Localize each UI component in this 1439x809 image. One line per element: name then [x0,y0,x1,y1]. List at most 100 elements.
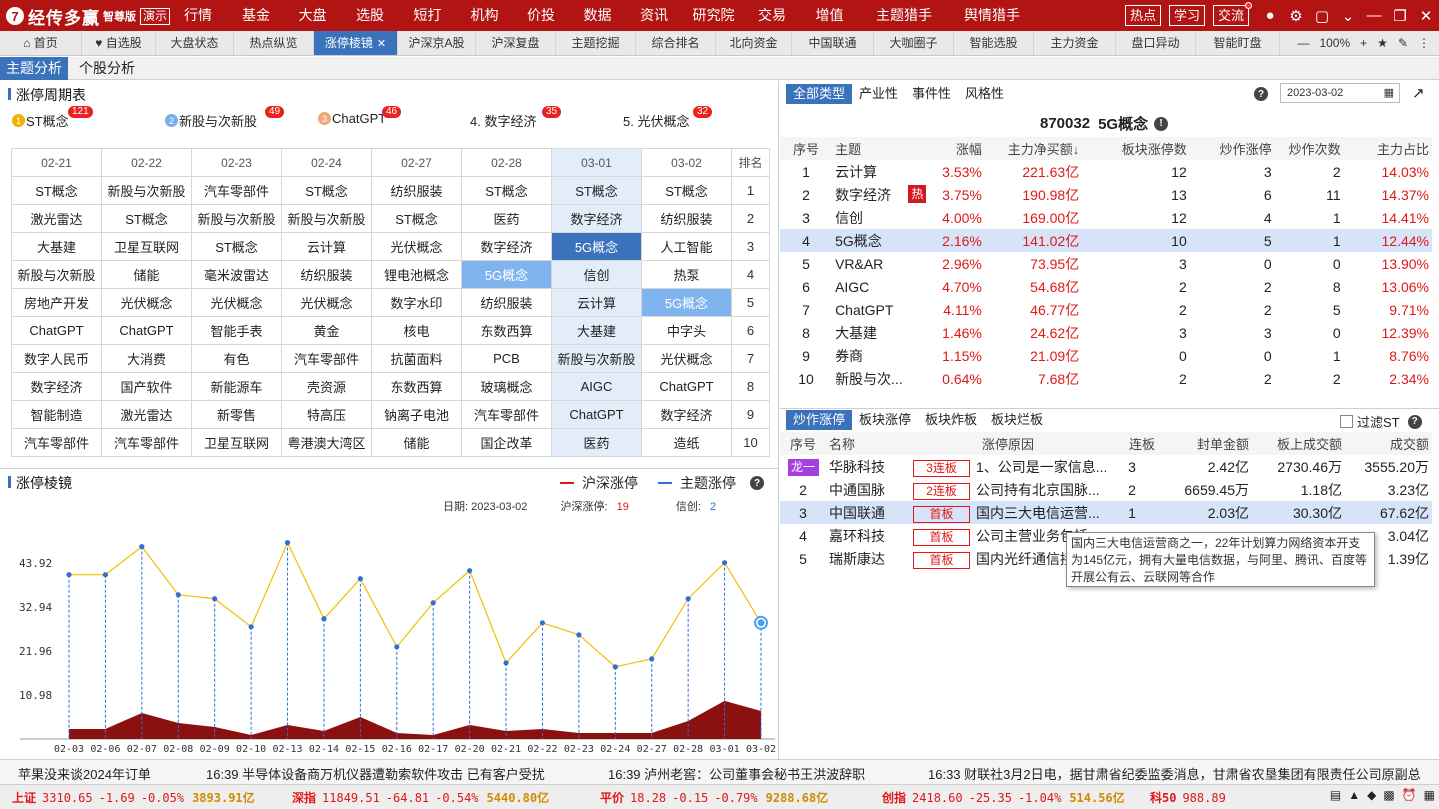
tab-item[interactable]: 智能选股 [954,31,1034,55]
date-header[interactable]: 03-02 [641,148,732,177]
chart-icon[interactable]: ▩ [1383,788,1394,802]
cycle-cell[interactable]: 玻璃概念 [461,372,552,401]
close-icon[interactable]: ✕ [1413,0,1439,31]
date-header[interactable]: 02-22 [101,148,192,177]
cycle-cell[interactable]: 数字经济 [551,204,642,233]
table-row[interactable]: 7 ChatGPT 4.11% 46.77亿 2 2 5 9.71% [780,298,1432,321]
table-row[interactable]: 6 AIGC 4.70% 54.68亿 2 2 8 13.06% [780,275,1432,298]
news-item[interactable]: 16:39 泸州老窖：公司董事会秘书王洪波辞职 [608,764,865,783]
calendar-icon[interactable]: ▦ [1384,84,1394,102]
cycle-cell[interactable]: 房地产开发 [11,288,102,317]
cycle-cell[interactable]: 东数西算 [461,316,552,345]
type-tab[interactable]: 全部类型 [786,84,853,104]
cycle-cell[interactable]: ST概念 [641,176,732,205]
index-item[interactable]: 深指 11849.51 -64.81 -0.54% 5440.80亿 [292,789,549,806]
cycle-cell[interactable]: ST概念 [461,176,552,205]
table-row[interactable]: 1 云计算 3.53% 221.63亿 12 3 2 14.03% [780,160,1432,183]
help-icon[interactable]: ? [1254,87,1268,101]
cycle-cell[interactable]: 汽车零部件 [461,400,552,429]
menu-item[interactable]: 短打 [399,0,456,31]
date-header[interactable]: 02-21 [11,148,102,177]
menu-item[interactable]: 研究院 [682,0,745,31]
tab-item[interactable]: 主题挖掘 [556,31,636,55]
close-tab-icon[interactable]: ✕ [377,38,386,50]
cycle-cell[interactable]: ChatGPT [101,316,192,345]
cycle-cell[interactable]: 5G概念 [551,232,642,261]
reason-cell[interactable]: 首板 国内三大电信运营... [910,501,1106,524]
tab-item[interactable]: 大盘状态 [156,31,234,55]
cycle-cell[interactable]: 壳资源 [281,372,372,401]
menu-item[interactable]: 增值 [799,0,860,31]
menu-item[interactable]: 大盘 [284,0,341,31]
tab-item[interactable]: 沪深复盘 [476,31,556,55]
type-tab[interactable]: 事件性 [905,84,958,104]
cycle-cell[interactable]: 黄金 [281,316,372,345]
tab-item[interactable]: 北向资金 [716,31,792,55]
cycle-cell[interactable]: 大基建 [11,232,102,261]
alarm-icon[interactable]: ⏰ [1402,788,1417,802]
cycle-cell[interactable]: ST概念 [551,176,642,205]
menu-item[interactable]: 主题猎手 [860,0,948,31]
signal-icon[interactable]: ▲ [1348,788,1360,802]
cycle-cell[interactable]: 纺织服装 [281,260,372,289]
cycle-cell[interactable]: 新零售 [191,400,282,429]
column-header[interactable]: 主题 [832,137,930,160]
chat-button[interactable]: 交流 [1212,2,1252,26]
cycle-cell[interactable]: 造纸 [641,428,732,457]
hot-button[interactable]: 热点 [1124,5,1161,26]
cycle-cell[interactable]: ST概念 [101,204,192,233]
cycle-cell[interactable]: 5G概念 [461,260,552,289]
tab-item[interactable]: ⌂ 首页 [0,31,82,55]
cycle-cell[interactable]: 智能制造 [11,400,102,429]
stock-name[interactable]: 嘉环科技 [826,524,910,547]
cycle-cell[interactable]: 抗菌面料 [371,344,462,373]
date-picker[interactable]: 2023-03-02 ▦ [1280,83,1400,103]
date-header[interactable]: 02-24 [281,148,372,177]
type-tab[interactable]: 产业性 [852,84,905,104]
minimize-icon[interactable]: — [1361,0,1387,31]
cycle-cell[interactable]: 云计算 [551,288,642,317]
cycle-cell[interactable]: 东数西算 [371,372,462,401]
cycle-cell[interactable]: 5G概念 [641,288,732,317]
cycle-cell[interactable]: 特高压 [281,400,372,429]
stock-tab[interactable]: 炒作涨停 [786,410,853,430]
cycle-cell[interactable]: 纺织服装 [371,176,462,205]
column-header[interactable]: 炒作次数 [1274,137,1344,160]
learn-button[interactable]: 学习 [1168,5,1205,26]
cycle-cell[interactable]: 光伏概念 [191,288,282,317]
index-item[interactable]: 平价 18.28 -0.15 -0.79% 9288.68亿 [600,789,828,806]
cycle-cell[interactable]: 有色 [191,344,282,373]
menu-item[interactable]: 行情 [168,0,228,31]
table-row[interactable]: 3 中国联通 首板 国内三大电信运营... 1 2.03亿 30.30亿 67.62亿 [780,501,1432,524]
index-item[interactable]: 创指 2418.60 -25.35 -1.04% 514.56亿 [882,789,1125,806]
maximize-icon[interactable]: ❐ [1387,0,1413,31]
cycle-cell[interactable]: 国企改革 [461,428,552,457]
cycle-cell[interactable]: 医药 [551,428,642,457]
cycle-cell[interactable]: ST概念 [191,232,282,261]
menu-item[interactable]: 选股 [341,0,399,31]
edit-icon[interactable]: ✎ [1398,36,1408,50]
cycle-legend-item[interactable]: 4. 数字经济 35 [470,106,562,130]
cycle-cell[interactable]: 新股与次新股 [281,204,372,233]
cycle-cell[interactable]: 人工智能 [641,232,732,261]
cycle-cell[interactable]: 激光雷达 [101,400,192,429]
cycle-cell[interactable]: 数字经济 [11,372,102,401]
cycle-cell[interactable]: 汽车零部件 [281,344,372,373]
prism-chart[interactable]: 43.92 32.94 21.96 10.98 02-03 02-06 02-07 02-08… [0,469,779,760]
column-header[interactable]: 名称 [826,432,910,455]
cycle-cell[interactable]: 云计算 [281,232,372,261]
table-row[interactable]: 2 中通国脉 2连板 公司持有北京国脉... 2 6659.45万 1.18亿 3.23亿 [780,478,1432,501]
stock-name[interactable]: 中国联通 [826,501,910,524]
tab-item[interactable]: 大咖圈子 [874,31,954,55]
tab-item[interactable]: ♥ 自选股 [82,31,156,55]
menu-item[interactable]: 交易 [745,0,799,31]
diamond-icon[interactable]: ◆ [1367,788,1376,802]
column-header[interactable]: 序号 [780,137,833,160]
menu-item[interactable]: 数据 [569,0,626,31]
cycle-cell[interactable]: 钠离子电池 [371,400,462,429]
column-header[interactable]: 成交额 [1345,432,1432,455]
cycle-cell[interactable]: 储能 [101,260,192,289]
cycle-cell[interactable]: 数字水印 [371,288,462,317]
cycle-cell[interactable]: 智能手表 [191,316,282,345]
cycle-cell[interactable]: 汽车零部件 [101,428,192,457]
